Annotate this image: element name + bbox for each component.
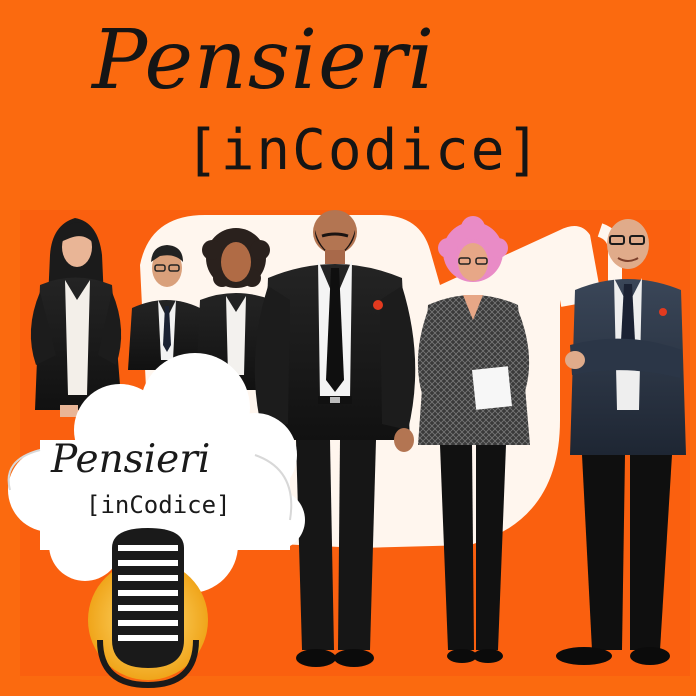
logo-title: Pensieri	[51, 437, 211, 482]
logo-subtitle: [inCodice]	[86, 491, 231, 519]
cover-title: Pensieri	[92, 13, 436, 108]
cover-subtitle: [inCodice]	[185, 118, 543, 183]
podcast-cover: Pensieri [inCodice] Pensieri [inCodice]	[0, 0, 696, 696]
